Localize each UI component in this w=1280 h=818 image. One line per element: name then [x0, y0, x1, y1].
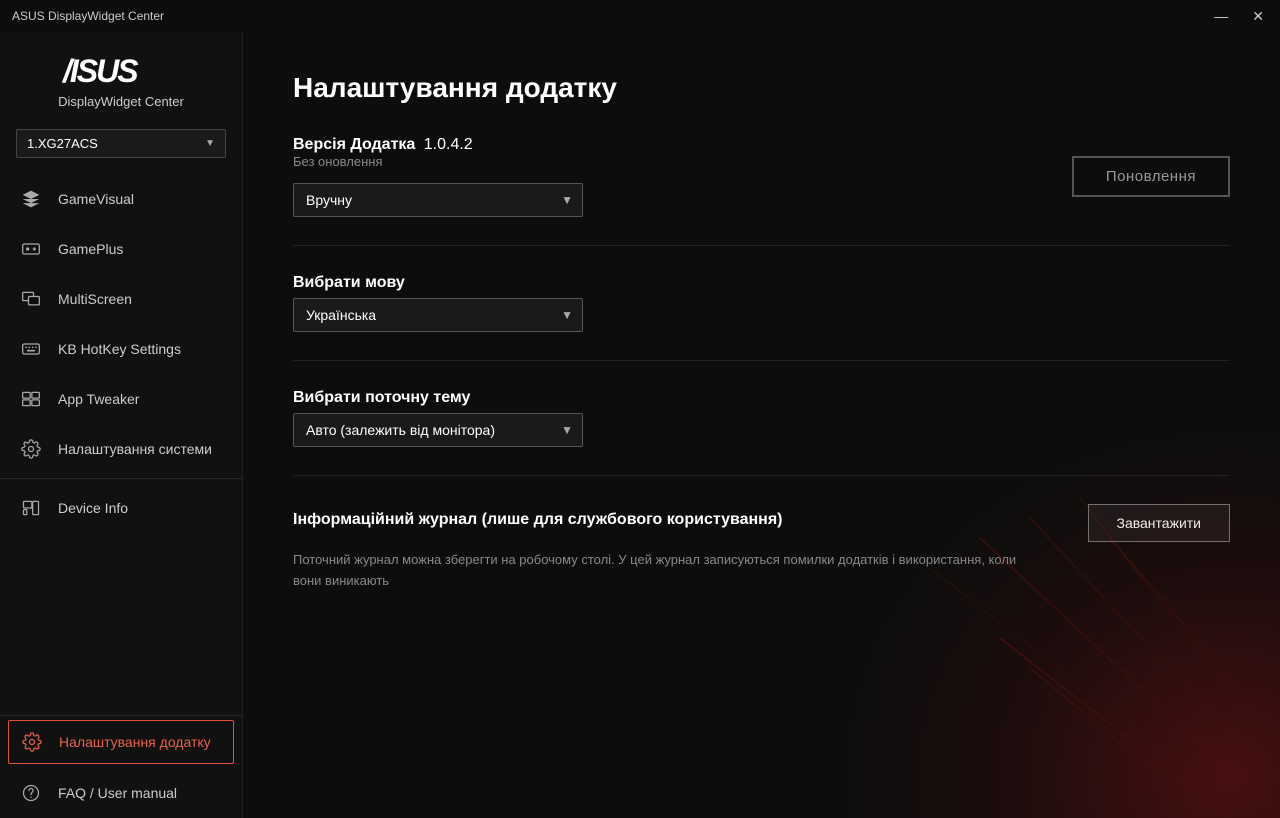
theme-dropdown-container: Авто (залежить від монітора) Світла Темн…: [293, 413, 583, 447]
gear-icon: [21, 731, 43, 753]
gamevisual-icon: [20, 188, 42, 210]
update-dropdown-container: Вручну Автоматично ▼: [293, 183, 583, 217]
gameplus-icon: [20, 238, 42, 260]
download-log-button[interactable]: Завантажити: [1088, 504, 1231, 542]
language-title: Вибрати мову: [293, 274, 1230, 292]
sidebar-brand-label: DisplayWidget Center: [58, 94, 184, 109]
log-section: Інформаційний журнал (лише для службовог…: [293, 504, 1230, 620]
asus-logo-icon: /ISUS: [61, 52, 181, 88]
sidebar-footer: Налаштування додатку FAQ / User manual: [0, 715, 242, 818]
svg-text:/ISUS: /ISUS: [61, 53, 139, 88]
version-subtitle: Без оновлення: [293, 154, 583, 169]
update-dropdown[interactable]: Вручну Автоматично: [293, 183, 583, 217]
sidebar-item-faq-label: FAQ / User manual: [58, 785, 177, 801]
page-title: Налаштування додатку: [293, 72, 1230, 104]
apptweaker-icon: [20, 388, 42, 410]
language-section: Вибрати мову Українська English Deutsch …: [293, 274, 1230, 361]
keyboard-icon: [20, 338, 42, 360]
background-lines: [830, 438, 1280, 818]
close-button[interactable]: ✕: [1248, 7, 1268, 25]
minimize-button[interactable]: —: [1210, 7, 1232, 25]
log-header-row: Інформаційний журнал (лише для службовог…: [293, 504, 1230, 542]
sidebar-item-deviceinfo[interactable]: Device Info: [0, 483, 242, 533]
device-dropdown[interactable]: 1.XG27ACS ▼: [16, 129, 226, 158]
sidebar-item-gameplus[interactable]: GamePlus: [0, 224, 242, 274]
nav-divider: [0, 478, 242, 479]
sidebar: /ISUS DisplayWidget Center 1.XG27ACS ▼ G…: [0, 32, 243, 818]
version-label: Версія Додатка: [293, 136, 415, 153]
sidebar-item-faq[interactable]: FAQ / User manual: [0, 768, 242, 818]
title-bar-controls: — ✕: [1210, 7, 1268, 25]
sidebar-item-appsettings[interactable]: Налаштування додатку: [8, 720, 234, 764]
sidebar-item-multiscreen[interactable]: MultiScreen: [0, 274, 242, 324]
nav-section: GameVisual GamePlus MultiScreen: [0, 174, 242, 715]
systemsettings-icon: [20, 438, 42, 460]
title-bar: ASUS DisplayWidget Center — ✕: [0, 0, 1280, 32]
sidebar-item-apptweaker-label: App Tweaker: [58, 391, 139, 407]
sidebar-item-appsettings-label: Налаштування додатку: [59, 734, 211, 750]
version-number: 1.0.4.2: [424, 136, 473, 153]
renewal-button[interactable]: Поновлення: [1072, 156, 1230, 197]
version-row: Версія Додатка 1.0.4.2 Без оновлення Вру…: [293, 136, 1230, 217]
device-dropdown-value: 1.XG27ACS: [27, 136, 98, 151]
chevron-down-icon: ▼: [205, 138, 215, 149]
sidebar-item-gamevisual-label: GameVisual: [58, 191, 134, 207]
theme-dropdown[interactable]: Авто (залежить від монітора) Світла Темн…: [293, 413, 583, 447]
multiscreen-icon: [20, 288, 42, 310]
version-section: Версія Додатка 1.0.4.2 Без оновлення Вру…: [293, 136, 1230, 246]
sidebar-item-gamevisual[interactable]: GameVisual: [0, 174, 242, 224]
sidebar-item-gameplus-label: GamePlus: [58, 241, 123, 257]
app-title: ASUS DisplayWidget Center: [12, 9, 1210, 23]
sidebar-item-systemsettings[interactable]: Налаштування системи: [0, 424, 242, 474]
log-title: Інформаційний журнал (лише для службовог…: [293, 511, 782, 529]
theme-section: Вибрати поточну тему Авто (залежить від …: [293, 389, 1230, 476]
sidebar-item-kbhotkey[interactable]: KB HotKey Settings: [0, 324, 242, 374]
sidebar-item-systemsettings-label: Налаштування системи: [58, 441, 212, 457]
language-dropdown[interactable]: Українська English Deutsch Français: [293, 298, 583, 332]
question-icon: [20, 782, 42, 804]
sidebar-logo-area: /ISUS DisplayWidget Center: [0, 32, 242, 121]
main-content: Налаштування додатку Версія Додатка 1.0.…: [243, 32, 1280, 818]
sidebar-item-deviceinfo-label: Device Info: [58, 500, 128, 516]
sidebar-item-kbhotkey-label: KB HotKey Settings: [58, 341, 181, 357]
sidebar-item-multiscreen-label: MultiScreen: [58, 291, 132, 307]
language-dropdown-container: Українська English Deutsch Français ▼: [293, 298, 583, 332]
log-description: Поточний журнал можна зберегти на робочо…: [293, 550, 1043, 592]
deviceinfo-icon: [20, 497, 42, 519]
theme-title: Вибрати поточну тему: [293, 389, 1230, 407]
sidebar-item-apptweaker[interactable]: App Tweaker: [0, 374, 242, 424]
